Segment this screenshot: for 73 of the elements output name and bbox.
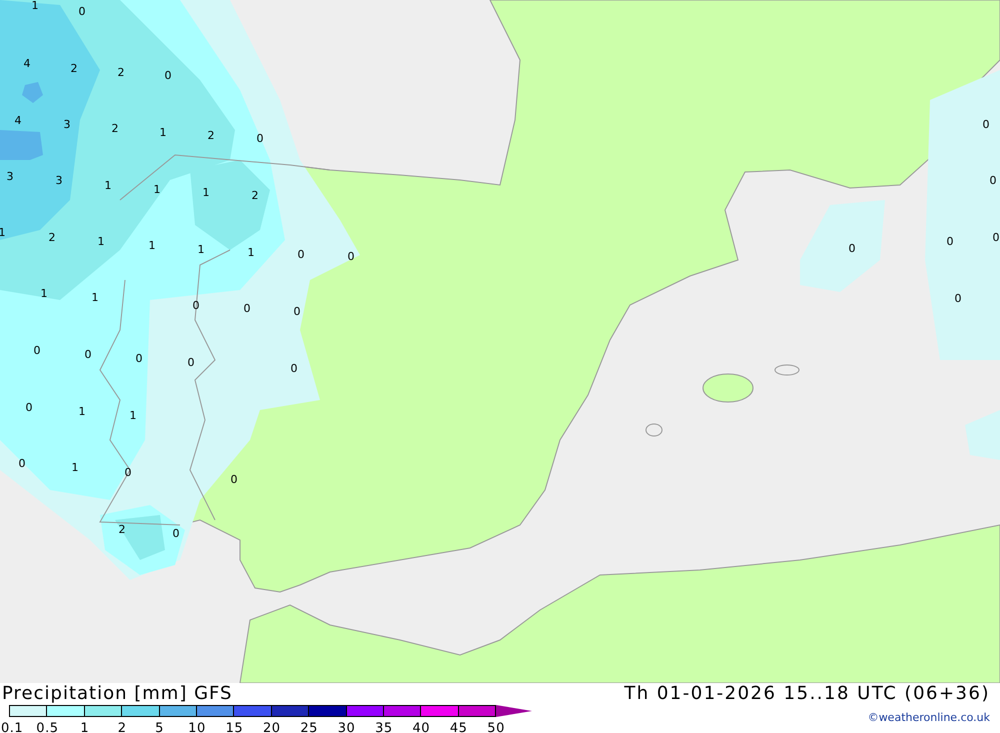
legend-tick-label: 2 <box>116 721 128 733</box>
precipitation-value-label: 0 <box>136 352 142 365</box>
island <box>702 374 754 402</box>
legend-tick-label: 15 <box>224 721 244 733</box>
legend-tick-label: 0.5 <box>35 721 60 733</box>
legend-tick-label: 10 <box>187 721 207 733</box>
precipitation-value-label: 0 <box>26 401 32 414</box>
precipitation-value-label: 0 <box>124 466 132 479</box>
precipitation-value-label: 0 <box>192 299 200 312</box>
precipitation-value-label: 0 <box>982 118 990 131</box>
precipitation-value-label: 2 <box>48 231 56 244</box>
precipitation-value-label: 0 <box>294 305 300 318</box>
precipitation-value-label: 0 <box>78 5 86 18</box>
precipitation-value-label: 0 <box>298 248 304 261</box>
precipitation-value-label: 0 <box>348 250 354 263</box>
precipitation-value-label: 2 <box>118 66 124 79</box>
precipitation-value-label: 4 <box>14 114 22 127</box>
legend-tick-label: 45 <box>448 721 468 733</box>
precipitation-area <box>965 410 1000 460</box>
legend-tick-label: 5 <box>154 721 165 733</box>
precipitation-value-label: 0 <box>954 292 962 305</box>
legend-tick-label: 20 <box>262 721 282 733</box>
legend-tick-label: 0.1 <box>1 721 24 733</box>
precipitation-value-label: 0 <box>188 356 194 369</box>
precipitation-value-label: 3 <box>6 170 14 183</box>
precipitation-area <box>115 515 165 560</box>
legend-tick-label: 25 <box>299 721 319 733</box>
precipitation-value-label: 0 <box>172 527 180 540</box>
precipitation-value-label: 0 <box>18 457 26 470</box>
legend-tick-label: 50 <box>486 721 506 733</box>
precipitation-value-label: 0 <box>256 132 264 145</box>
valid-time-label: Th 01-01-2026 15..18 UTC (06+36) <box>624 683 990 705</box>
precipitation-value-label: 4 <box>24 57 30 70</box>
legend-title: Precipitation [mm] GFS <box>2 683 234 705</box>
precipitation-value-label: 1 <box>160 126 166 139</box>
precipitation-value-label: 0 <box>244 302 250 315</box>
precipitation-value-label: 0 <box>848 242 856 255</box>
precipitation-value-label: 0 <box>230 473 238 486</box>
credit-text: ©weatheronline.co.uk <box>868 711 990 724</box>
legend-tick-label: 40 <box>412 721 432 733</box>
precipitation-value-label: 0 <box>34 344 40 357</box>
precipitation-value-label: 2 <box>70 62 78 75</box>
precipitation-value-label: 0 <box>946 235 954 248</box>
precipitation-value-label: 1 <box>72 461 78 474</box>
precipitation-value-label: 1 <box>154 183 160 196</box>
precipitation-value-label: 2 <box>112 122 118 135</box>
precipitation-value-label: 1 <box>78 405 86 418</box>
precipitation-value-label: 1 <box>148 239 156 252</box>
precipitation-value-label: 2 <box>252 189 258 202</box>
precipitation-value-label: 3 <box>56 174 62 187</box>
precipitation-value-label: 1 <box>32 0 38 12</box>
precipitation-value-label: 1 <box>104 179 112 192</box>
precipitation-value-label: 2 <box>118 523 126 536</box>
precipitation-value-label: 1 <box>198 243 204 256</box>
precipitation-value-label: 2 <box>208 129 214 142</box>
precipitation-value-label: 0 <box>290 362 298 375</box>
island <box>774 364 800 376</box>
legend-tick-label: 30 <box>336 721 356 733</box>
precipitation-value-label: 0 <box>990 174 996 187</box>
legend-tick-label: 35 <box>374 721 394 733</box>
precipitation-value-label: 1 <box>0 226 6 239</box>
precipitation-value-label: 1 <box>40 287 48 300</box>
precipitation-value-label: 1 <box>130 409 136 422</box>
precipitation-value-label: 1 <box>98 235 104 248</box>
precipitation-value-label: 3 <box>64 118 70 131</box>
island <box>646 424 662 436</box>
legend-tick-label: 1 <box>79 721 90 733</box>
precipitation-value-label: 0 <box>164 69 172 82</box>
precipitation-value-label: 0 <box>992 231 1000 244</box>
precipitation-value-label: 1 <box>92 291 98 304</box>
precipitation-value-label: 1 <box>248 246 254 259</box>
precipitation-value-label: 1 <box>202 186 210 199</box>
precipitation-value-label: 0 <box>84 348 92 361</box>
